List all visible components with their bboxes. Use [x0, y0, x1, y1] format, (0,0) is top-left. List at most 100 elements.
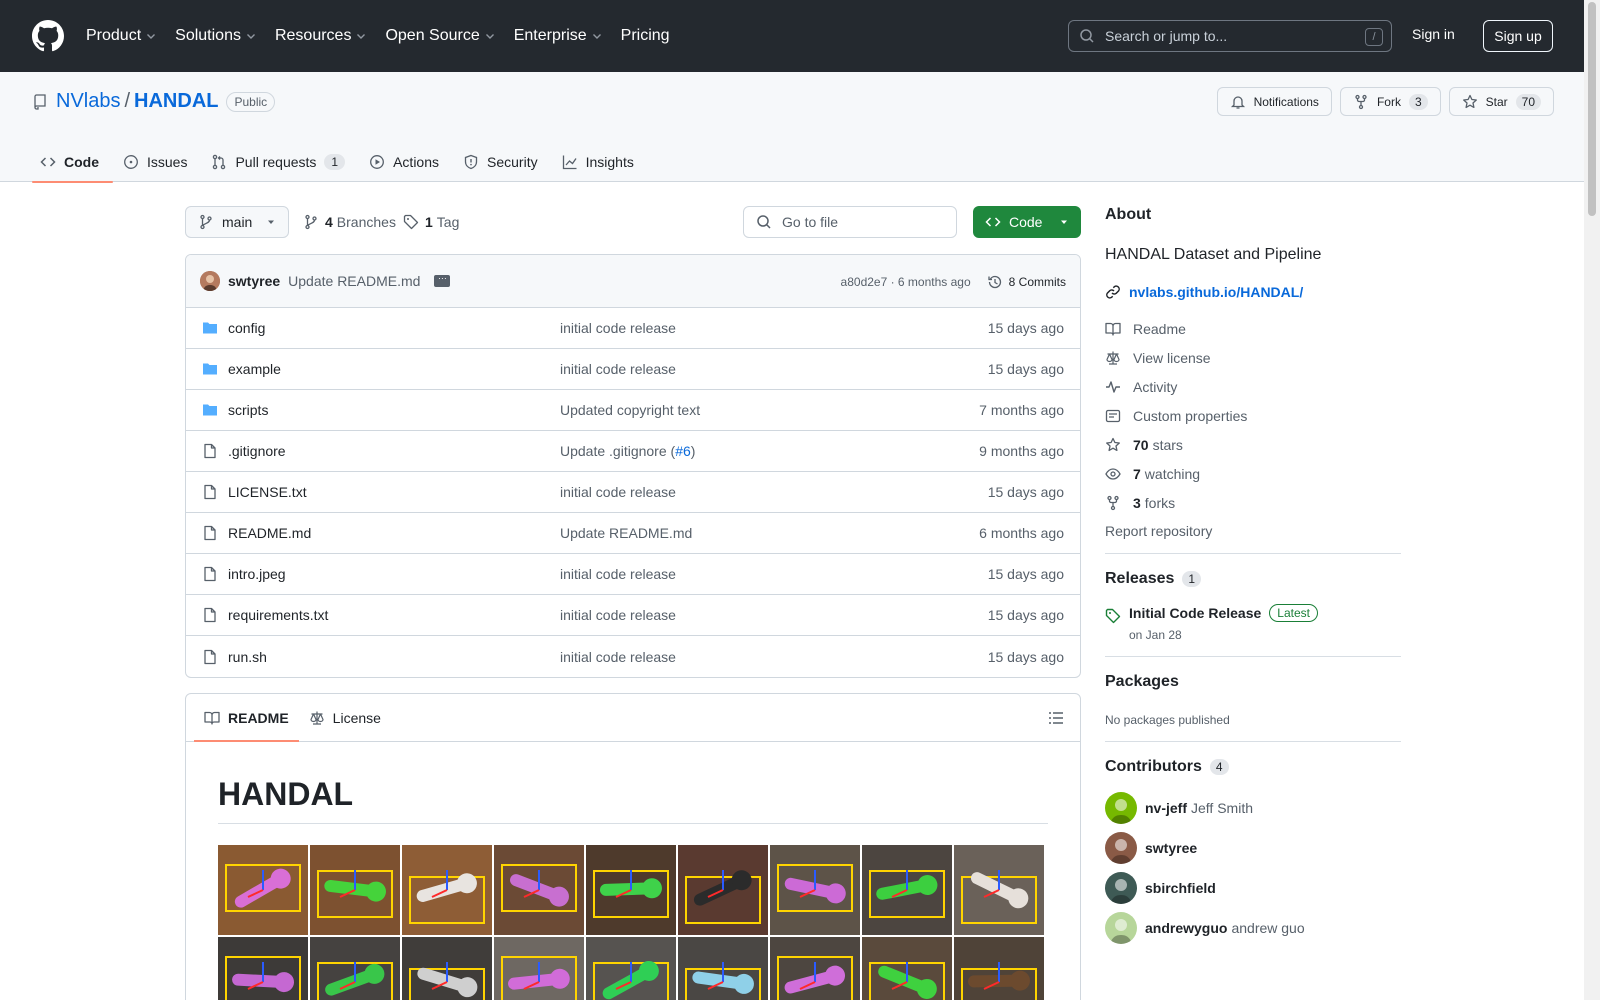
- contributor-item[interactable]: andrewyguo andrew guo: [1105, 908, 1401, 948]
- tab-insights[interactable]: Insights: [554, 142, 648, 182]
- star-button[interactable]: Star 70: [1448, 87, 1554, 116]
- list-unordered-icon[interactable]: [1048, 710, 1064, 726]
- file-row[interactable]: .gitignore Update .gitignore (#6) 9 months…: [186, 431, 1080, 472]
- intro-image-tile: [954, 845, 1044, 935]
- tags-link[interactable]: 1 Tag: [403, 206, 459, 238]
- sign-in-link[interactable]: Sign in: [1412, 26, 1455, 42]
- file-name-link[interactable]: LICENSE.txt: [228, 484, 307, 500]
- tab-readme[interactable]: README: [194, 694, 299, 742]
- commit-hash-time[interactable]: a80d2e7 · 6 months ago: [841, 275, 971, 289]
- pull-request-link[interactable]: #6: [675, 443, 691, 459]
- file-row[interactable]: LICENSE.txt initial code release 15 days a…: [186, 472, 1080, 513]
- file-row[interactable]: example initial code release 15 days ago: [186, 349, 1080, 390]
- nav-enterprise[interactable]: Enterprise: [514, 27, 603, 45]
- contributor-login[interactable]: swtyree: [1145, 840, 1197, 856]
- file-commit-message[interactable]: initial code release: [560, 649, 676, 665]
- file-row[interactable]: config initial code release 15 days ago: [186, 308, 1080, 349]
- about-item-stars[interactable]: 70 stars: [1105, 430, 1401, 459]
- file-commit-message[interactable]: initial code release: [560, 484, 676, 500]
- tab-license[interactable]: License: [299, 694, 391, 741]
- branch-selector[interactable]: main: [185, 206, 289, 238]
- file-name-link[interactable]: example: [228, 361, 281, 377]
- code-dropdown-button[interactable]: Code: [973, 206, 1081, 238]
- shield-icon: [464, 154, 478, 170]
- repo-owner-link[interactable]: NVlabs: [56, 90, 120, 113]
- nav-product[interactable]: Product: [86, 27, 157, 45]
- nav-resources[interactable]: Resources: [275, 27, 367, 45]
- latest-release[interactable]: Initial Code Release Latest on Jan 28: [1105, 604, 1401, 642]
- contributor-item[interactable]: swtyree: [1105, 828, 1401, 868]
- github-logo-icon[interactable]: [32, 20, 64, 52]
- commits-history-link[interactable]: 8 Commits: [987, 274, 1066, 290]
- file-commit-message[interactable]: initial code release: [560, 361, 676, 377]
- file-name-link[interactable]: README.md: [228, 525, 311, 541]
- report-repository-link[interactable]: Report repository: [1105, 523, 1401, 539]
- branches-label: Branches: [336, 214, 396, 230]
- avatar[interactable]: [1105, 792, 1137, 824]
- about-item-readme[interactable]: Readme: [1105, 314, 1401, 343]
- go-to-file-input[interactable]: Go to file: [743, 206, 957, 238]
- avatar[interactable]: [1105, 872, 1137, 904]
- tab-actions[interactable]: Actions: [361, 142, 453, 182]
- branches-link[interactable]: 4 Branches: [303, 206, 396, 238]
- avatar[interactable]: [1105, 832, 1137, 864]
- homepage-link[interactable]: nvlabs.github.io/HANDAL/: [1105, 284, 1401, 300]
- contributor-login[interactable]: sbirchfield: [1145, 880, 1216, 896]
- file-name-link[interactable]: .gitignore: [228, 443, 286, 459]
- contributor-login[interactable]: nv-jeff: [1145, 800, 1187, 816]
- page-scrollbar[interactable]: [1584, 0, 1600, 1000]
- file-name-link[interactable]: run.sh: [228, 649, 267, 665]
- file-row[interactable]: requirements.txt initial code release 15 d…: [186, 595, 1080, 636]
- contributor-item[interactable]: sbirchfield: [1105, 868, 1401, 908]
- about-item-label: forks: [1144, 494, 1176, 511]
- file-name-link[interactable]: intro.jpeg: [228, 566, 286, 582]
- expand-commit-ellipsis-icon[interactable]: ···: [434, 274, 451, 287]
- nav-solutions[interactable]: Solutions: [175, 27, 257, 45]
- contributor-login[interactable]: andrewyguo: [1145, 920, 1227, 936]
- tab-pull-requests[interactable]: Pull requests 1: [203, 142, 359, 182]
- sign-up-button[interactable]: Sign up: [1483, 20, 1553, 52]
- avatar[interactable]: [1105, 912, 1137, 944]
- fork-button[interactable]: Fork 3: [1339, 87, 1441, 116]
- about-item-activity[interactable]: Activity: [1105, 372, 1401, 401]
- tab-security[interactable]: Security: [455, 142, 552, 182]
- file-name-link[interactable]: requirements.txt: [228, 607, 328, 623]
- global-search-input[interactable]: Search or jump to... /: [1068, 20, 1392, 52]
- search-placeholder: Search or jump to...: [1105, 28, 1228, 44]
- about-item-custom-properties[interactable]: Custom properties: [1105, 401, 1401, 430]
- file-row[interactable]: run.sh initial code release 15 days ago: [186, 636, 1080, 677]
- contributor-item[interactable]: nv-jeff Jeff Smith: [1105, 788, 1401, 828]
- intro-image-tile: [310, 937, 400, 1000]
- file-commit-message[interactable]: Updated copyright text: [560, 402, 700, 418]
- file-row[interactable]: scripts Updated copyright text 7 months ag…: [186, 390, 1080, 431]
- annotated-object-icon: [501, 956, 577, 1000]
- nav-pricing[interactable]: Pricing: [621, 27, 670, 45]
- file-name-link[interactable]: scripts: [228, 402, 268, 418]
- file-commit-message[interactable]: Update .gitignore (#6): [560, 443, 695, 459]
- nav-open-source[interactable]: Open Source: [385, 27, 495, 45]
- commit-author[interactable]: swtyree: [228, 273, 280, 289]
- about-item-view-license[interactable]: View license: [1105, 343, 1401, 372]
- repo-name-link[interactable]: HANDAL: [134, 90, 218, 113]
- file-commit-message[interactable]: initial code release: [560, 320, 676, 336]
- file-commit-message[interactable]: initial code release: [560, 566, 676, 582]
- file-commit-message[interactable]: initial code release: [560, 607, 676, 623]
- contributors-heading[interactable]: Contributors 4: [1105, 758, 1401, 776]
- notifications-button[interactable]: Notifications: [1216, 87, 1332, 116]
- file-row[interactable]: README.md Update README.md 6 months ago: [186, 513, 1080, 554]
- file-icon: [204, 443, 216, 459]
- releases-heading[interactable]: Releases 1: [1105, 570, 1401, 588]
- commit-message[interactable]: Update README.md: [288, 273, 420, 289]
- tab-issues[interactable]: Issues: [115, 142, 201, 182]
- file-commit-message[interactable]: Update README.md: [560, 525, 692, 541]
- packages-heading[interactable]: Packages: [1105, 673, 1401, 691]
- scrollbar-thumb[interactable]: [1588, 2, 1596, 216]
- annotated-object-icon: [961, 870, 1037, 924]
- file-name-link[interactable]: config: [228, 320, 265, 336]
- avatar[interactable]: [200, 271, 220, 291]
- about-item-forks[interactable]: 3 forks: [1105, 488, 1401, 517]
- fork-icon: [1107, 495, 1119, 510]
- tab-code[interactable]: Code: [32, 142, 113, 183]
- about-item-watching[interactable]: 7 watching: [1105, 459, 1401, 488]
- file-row[interactable]: intro.jpeg initial code release 15 days ag…: [186, 554, 1080, 595]
